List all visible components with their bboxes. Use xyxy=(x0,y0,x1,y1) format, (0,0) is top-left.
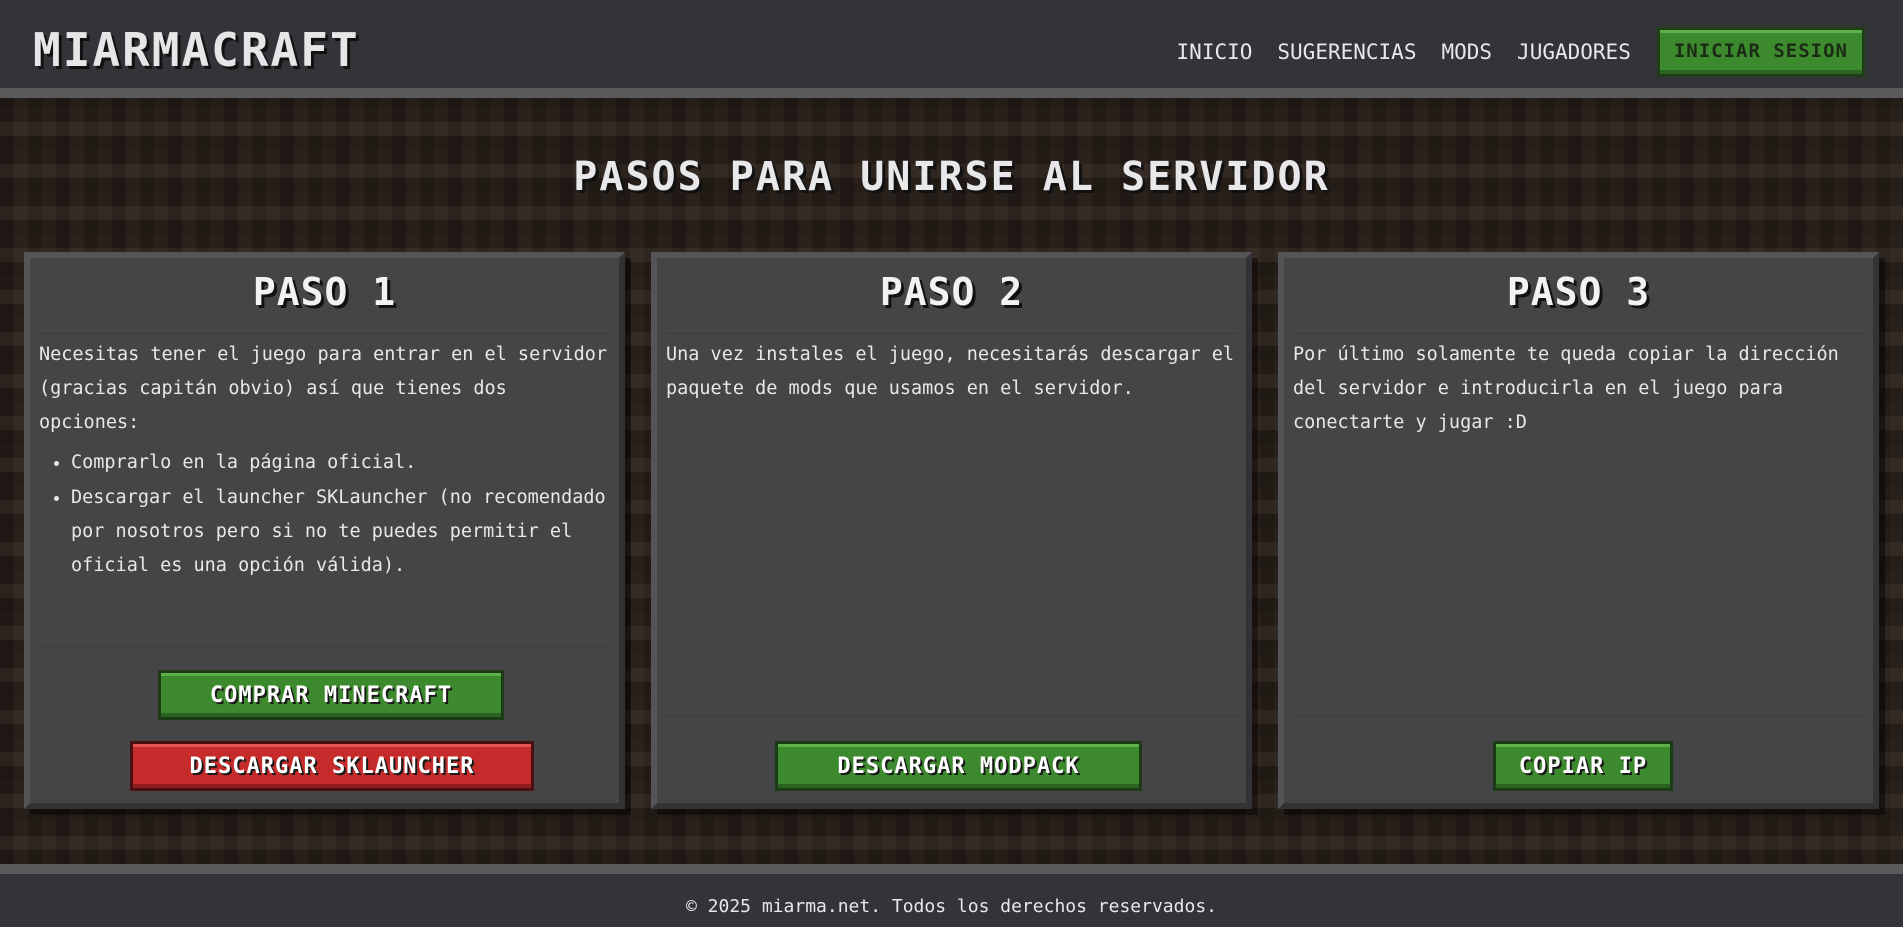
site-header: MIARMACRAFT INICIO SUGERENCIAS MODS JUGA… xyxy=(0,0,1903,98)
step-text: Necesitas tener el juego para entrar en … xyxy=(39,344,608,433)
step-description: Por último solamente te queda copiar la … xyxy=(1293,338,1865,440)
divider xyxy=(1292,716,1865,717)
site-logo[interactable]: MIARMACRAFT xyxy=(33,22,360,78)
step-card-3: PASO 3 Por último solamente te queda cop… xyxy=(1278,252,1879,809)
divider xyxy=(38,646,611,647)
buy-minecraft-button[interactable]: COMPRAR MINECRAFT xyxy=(158,670,504,720)
divider xyxy=(1292,333,1865,334)
step-text: Por último solamente te queda copiar la … xyxy=(1293,344,1839,433)
list-item: Descargar el launcher SKLauncher (no rec… xyxy=(71,481,611,583)
step-title: PASO 2 xyxy=(879,270,1024,314)
copy-ip-button[interactable]: COPIAR IP xyxy=(1493,741,1673,791)
options-list: Comprarlo en la página oficial. Descarga… xyxy=(39,446,611,583)
site-footer: © 2025 miarma.net. Todos los derechos re… xyxy=(0,864,1903,927)
page-title: PASOS PARA UNIRSE AL SERVIDOR xyxy=(573,154,1330,200)
step-card-2: PASO 2 Una vez instales el juego, necesi… xyxy=(651,252,1252,809)
step-description: Una vez instales el juego, necesitarás d… xyxy=(666,338,1238,406)
login-button[interactable]: INICIAR SESION xyxy=(1656,27,1865,77)
divider xyxy=(38,333,611,334)
step-description: Necesitas tener el juego para entrar en … xyxy=(39,338,611,584)
step-text: Una vez instales el juego, necesitarás d… xyxy=(666,344,1235,399)
step-title: PASO 1 xyxy=(252,270,397,314)
nav-mods[interactable]: MODS xyxy=(1441,28,1492,76)
divider xyxy=(665,333,1238,334)
nav-jugadores[interactable]: JUGADORES xyxy=(1517,28,1631,76)
download-sklauncher-button[interactable]: DESCARGAR SKLAUNCHER xyxy=(130,741,534,791)
divider xyxy=(665,716,1238,717)
step-title: PASO 3 xyxy=(1506,270,1651,314)
nav-inicio[interactable]: INICIO xyxy=(1177,28,1253,76)
step-card-1: PASO 1 Necesitas tener el juego para ent… xyxy=(24,252,625,809)
download-modpack-button[interactable]: DESCARGAR MODPACK xyxy=(775,741,1142,791)
main-content: PASOS PARA UNIRSE AL SERVIDOR PASO 1 Nec… xyxy=(0,98,1903,864)
nav-sugerencias[interactable]: SUGERENCIAS xyxy=(1277,28,1416,76)
copyright-text: © 2025 miarma.net. Todos los derechos re… xyxy=(685,896,1217,917)
list-item: Comprarlo en la página oficial. xyxy=(71,446,611,480)
main-nav: INICIO SUGERENCIAS MODS JUGADORES INICIA… xyxy=(1152,27,1865,77)
